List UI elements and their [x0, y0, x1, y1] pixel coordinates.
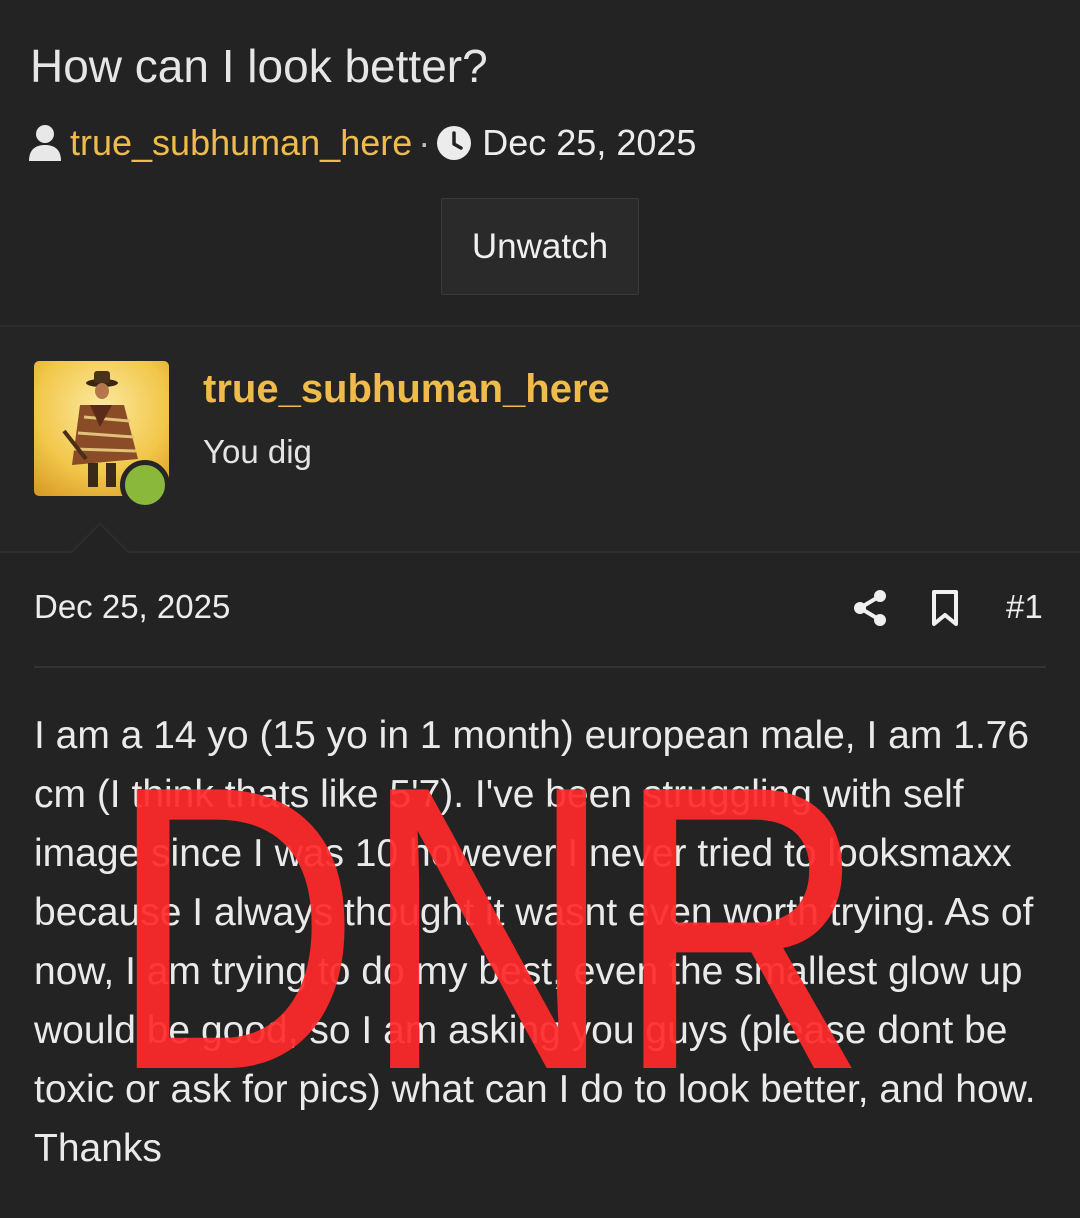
thread-meta: true_subhuman_here · Dec 25, 2025	[28, 120, 696, 166]
user-title: You dig	[203, 433, 312, 470]
share-icon[interactable]	[852, 589, 888, 627]
bookmark-icon[interactable]	[929, 589, 961, 627]
meta-separator: ·	[418, 122, 431, 163]
post-user-block: true_subhuman_here You dig	[0, 327, 1080, 553]
post-username-link[interactable]: true_subhuman_here	[203, 367, 610, 412]
thread-author-link[interactable]: true_subhuman_here	[70, 122, 412, 164]
post-body-text: I am a 14 yo (15 yo in 1 month) european…	[34, 714, 1036, 1170]
message-pointer-inner	[72, 525, 128, 553]
thread-date[interactable]: Dec 25, 2025	[482, 122, 696, 164]
unwatch-button[interactable]: Unwatch	[441, 198, 639, 295]
thread-title: How can I look better?	[30, 40, 488, 92]
user-icon	[29, 125, 61, 161]
post-divider	[34, 666, 1046, 668]
clock-icon	[437, 126, 472, 160]
post-date-link[interactable]: Dec 25, 2025	[34, 588, 230, 626]
online-status-indicator	[120, 460, 170, 510]
post-number-link[interactable]: #1	[1006, 588, 1043, 626]
forum-thread-page: How can I look better? true_subhuman_her…	[0, 0, 1080, 1218]
thread-header: How can I look better? true_subhuman_her…	[0, 0, 1080, 327]
